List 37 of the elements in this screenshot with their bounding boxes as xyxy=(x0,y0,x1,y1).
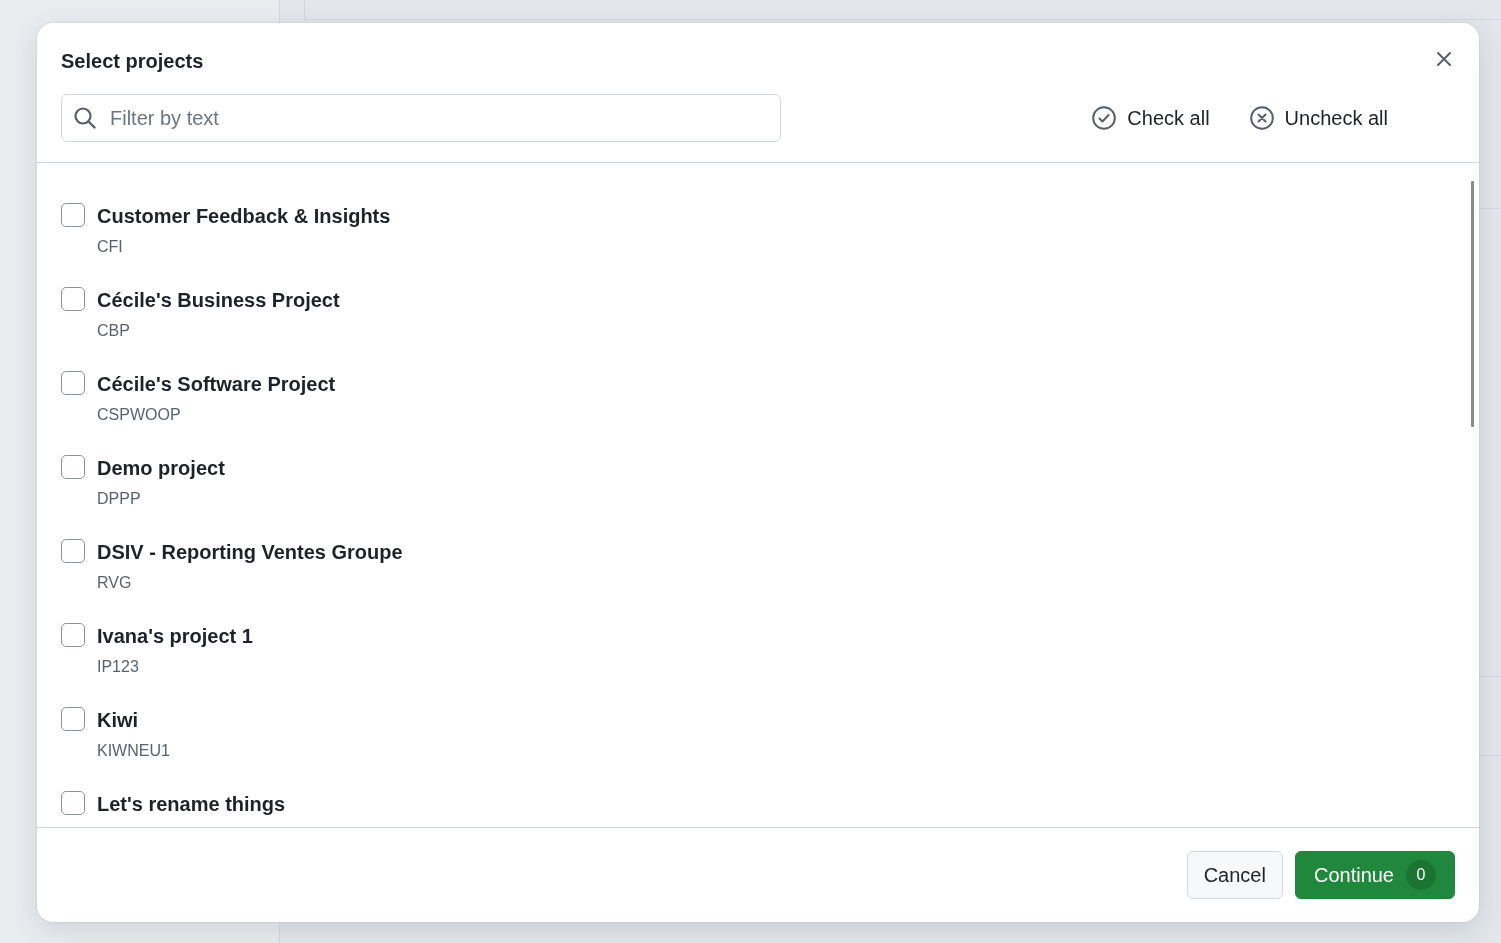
check-circle-icon xyxy=(1092,106,1117,130)
project-key: CFI xyxy=(97,236,391,258)
search-field[interactable]: Filter by text xyxy=(61,94,781,142)
project-name: Demo project xyxy=(97,456,225,481)
checkbox[interactable] xyxy=(61,707,85,731)
checkbox[interactable] xyxy=(61,287,85,311)
project-name: DSIV - Reporting Ventes Groupe xyxy=(97,540,403,565)
continue-button[interactable]: Continue 0 xyxy=(1294,851,1455,899)
project-name: Customer Feedback & Insights xyxy=(97,204,391,229)
project-name: Cécile's Software Project xyxy=(97,372,336,397)
checkbox[interactable] xyxy=(61,539,85,563)
button-label: Continue xyxy=(1313,863,1394,887)
x-circle-icon xyxy=(1249,106,1274,130)
checkbox[interactable] xyxy=(61,623,85,647)
project-key: CBP xyxy=(97,320,340,342)
cancel-button[interactable]: Cancel xyxy=(1186,851,1283,899)
count-badge: 0 xyxy=(1406,860,1436,890)
check-all-button[interactable]: Check all xyxy=(1092,104,1210,132)
project-name: Kiwi xyxy=(97,708,140,733)
dialog-title: Select projects xyxy=(61,49,204,74)
close-button[interactable] xyxy=(1436,51,1452,67)
project-key: IP123 xyxy=(97,656,253,678)
project-name: Let's rename things xyxy=(97,792,286,817)
project-key: DPPP xyxy=(97,488,225,510)
project-key: CSPWOOP xyxy=(97,404,336,426)
project-name: Cécile's Business Project xyxy=(97,288,340,313)
close-icon xyxy=(1436,51,1452,67)
project-key: RVG xyxy=(97,572,403,594)
scrollbar[interactable] xyxy=(1471,181,1474,427)
checkbox[interactable] xyxy=(61,455,85,479)
project-name: Ivana's project 1 xyxy=(97,624,253,649)
project-key: KIWNEU1 xyxy=(97,740,170,762)
checkbox[interactable] xyxy=(61,791,85,815)
search-icon xyxy=(74,107,96,129)
checkbox[interactable] xyxy=(61,203,85,227)
checkbox[interactable] xyxy=(61,371,85,395)
uncheck-all-button[interactable]: Uncheck all xyxy=(1249,104,1388,132)
